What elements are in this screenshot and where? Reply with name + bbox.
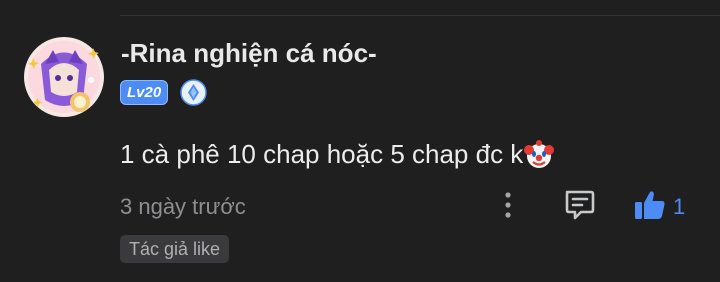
comment-timestamp: 3 ngày trước <box>120 194 246 219</box>
clown-emoji-icon <box>524 139 555 168</box>
reply-comment-icon[interactable] <box>561 186 597 222</box>
comment-body: 1 cà phê 10 chap hoặc 5 chap đc k <box>120 139 555 170</box>
comment-text: 1 cà phê 10 chap hoặc 5 chap đc k <box>120 139 524 169</box>
like-count: 1 <box>673 194 686 219</box>
comment-username[interactable]: -Rina nghiện cá nóc- <box>121 38 377 69</box>
level-badge: Lv20 <box>120 80 169 105</box>
author-liked-tag: Tác giả like <box>120 235 230 263</box>
more-options-icon[interactable] <box>499 190 517 220</box>
rank-diamond-icon <box>180 79 207 106</box>
top-divider <box>120 15 720 16</box>
thumbs-up-icon[interactable] <box>633 189 667 221</box>
user-badges: Lv20 <box>120 79 207 106</box>
user-avatar[interactable] <box>23 36 105 118</box>
